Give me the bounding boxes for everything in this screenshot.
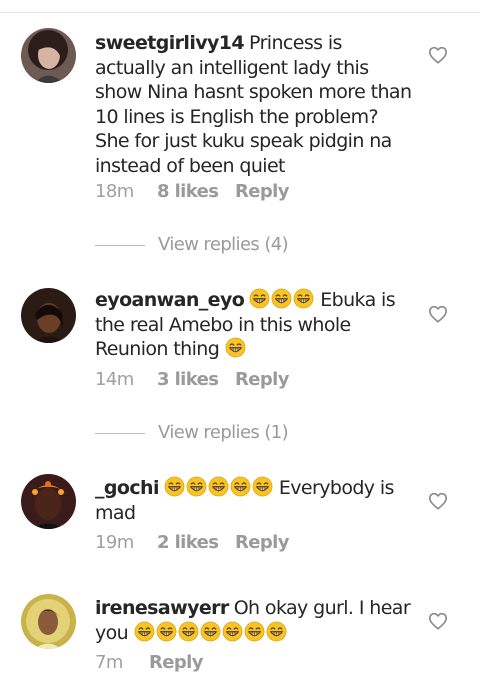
laughing-emoji xyxy=(208,476,229,497)
heart-icon[interactable] xyxy=(428,492,448,510)
comment-meta: 18m 8 likes Reply xyxy=(95,181,289,202)
laughing-emoji xyxy=(134,621,155,642)
comment-text: irenesawyerr Oh okay gurl. I hear you xyxy=(95,596,415,645)
comment-meta: 14m 3 likes Reply xyxy=(95,369,289,390)
laughing-emoji xyxy=(156,621,177,642)
comment-text: _gochi Everybody is mad xyxy=(95,476,415,525)
timestamp: 14m xyxy=(95,369,134,390)
laughing-emoji xyxy=(186,476,207,497)
likes-count[interactable]: 8 likes xyxy=(157,181,235,202)
view-replies-label: View replies (1) xyxy=(158,422,289,443)
divider-line xyxy=(95,432,145,434)
view-replies-button[interactable]: View replies (4) xyxy=(95,234,289,255)
laughing-emoji xyxy=(271,288,292,309)
reply-button[interactable]: Reply xyxy=(149,652,203,673)
laughing-emoji xyxy=(252,476,273,497)
heart-icon[interactable] xyxy=(428,46,448,64)
reply-button[interactable]: Reply xyxy=(235,369,289,390)
view-replies-button[interactable]: View replies (1) xyxy=(95,422,289,443)
heart-icon[interactable] xyxy=(428,612,448,630)
comment-text: eyoanwan_eyo Ebuka is the real Amebo in t… xyxy=(95,288,415,362)
laughing-emoji xyxy=(200,621,221,642)
likes-count[interactable]: 3 likes xyxy=(157,369,235,390)
username[interactable]: eyoanwan_eyo xyxy=(95,289,245,311)
reply-button[interactable]: Reply xyxy=(235,181,289,202)
avatar[interactable] xyxy=(21,28,76,83)
avatar[interactable] xyxy=(21,288,76,343)
timestamp: 19m xyxy=(95,532,134,553)
laughing-emoji xyxy=(266,621,287,642)
username[interactable]: _gochi xyxy=(95,477,159,499)
laughing-emoji xyxy=(293,288,314,309)
laughing-emoji xyxy=(222,621,243,642)
laughing-emoji xyxy=(164,476,185,497)
timestamp: 7m xyxy=(95,652,123,673)
username[interactable]: irenesawyerr xyxy=(95,597,229,619)
laughing-emoji xyxy=(178,621,199,642)
reply-button[interactable]: Reply xyxy=(235,532,289,553)
likes-count[interactable]: 2 likes xyxy=(157,532,235,553)
comment-text: sweetgirlivy14 Princess is actually an in… xyxy=(95,31,415,178)
username[interactable]: sweetgirlivy14 xyxy=(95,32,245,54)
top-divider xyxy=(0,0,480,13)
avatar[interactable] xyxy=(21,474,76,529)
laughing-emoji xyxy=(230,476,251,497)
comment-meta: 19m 2 likes Reply xyxy=(95,532,289,553)
laughing-emoji xyxy=(249,288,270,309)
laughing-emoji xyxy=(244,621,265,642)
comment-meta: 7m Reply xyxy=(95,652,203,673)
divider-line xyxy=(95,244,145,246)
view-replies-label: View replies (4) xyxy=(158,234,289,255)
timestamp: 18m xyxy=(95,181,134,202)
avatar[interactable] xyxy=(21,594,76,649)
heart-icon[interactable] xyxy=(428,305,448,323)
laughing-emoji xyxy=(225,337,246,358)
